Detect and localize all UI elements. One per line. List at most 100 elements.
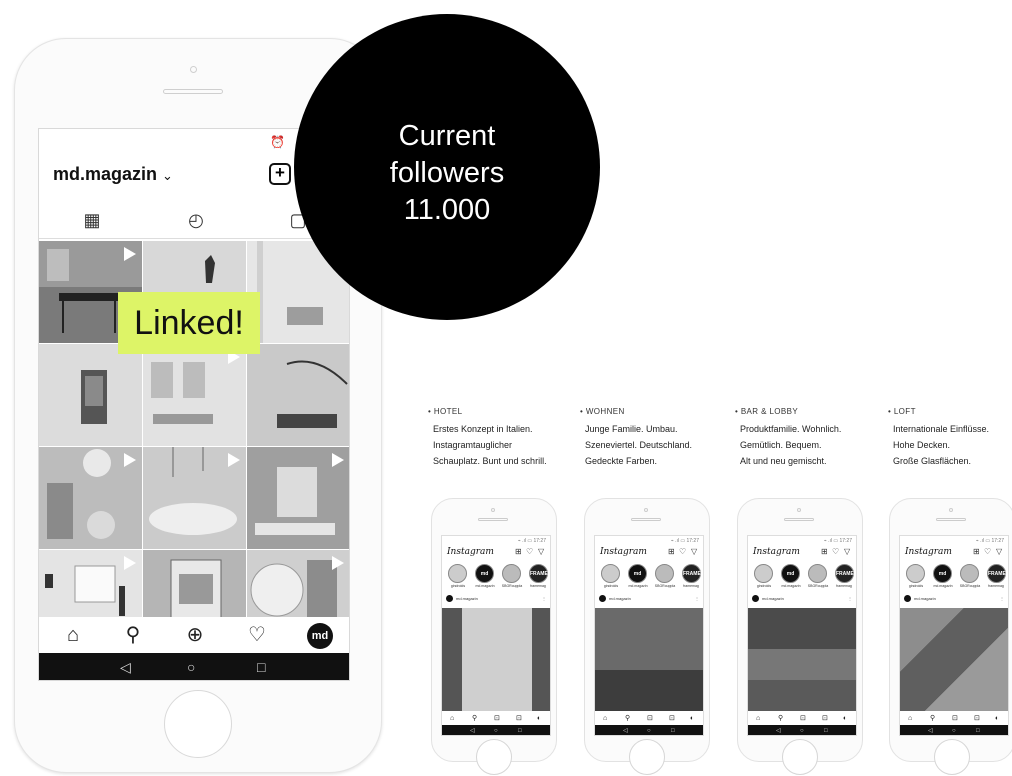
post-account-row[interactable]: md.magazin ⋮ (446, 594, 548, 604)
home-circle-icon[interactable]: ○ (647, 725, 651, 735)
post-account-row[interactable]: md.magazin ⋮ (599, 594, 701, 604)
add-post-icon[interactable]: ⊕ (183, 623, 207, 647)
more-icon[interactable]: ⋮ (1000, 594, 1004, 604)
add-icon[interactable]: ⊞ (668, 547, 675, 556)
direct-icon[interactable]: ▽ (538, 547, 544, 556)
recents-icon[interactable]: □ (824, 725, 828, 735)
video-play-icon (332, 453, 344, 467)
direct-icon[interactable]: ▽ (844, 547, 850, 556)
story-avatar[interactable]: FRAME (682, 564, 701, 583)
story-avatar[interactable]: FRAME (529, 564, 548, 583)
plus-square-icon[interactable]: + (269, 163, 291, 185)
activity-icon[interactable]: ⊡ (822, 713, 828, 725)
add-post-icon[interactable]: ⊡ (952, 713, 958, 725)
grid-icon[interactable]: ▦ (81, 209, 103, 231)
column-line: Hohe Decken. (893, 440, 951, 450)
search-icon[interactable]: ⚲ (778, 713, 783, 725)
story-avatar[interactable] (502, 564, 521, 583)
profile-icon[interactable]: ◐ (843, 713, 847, 725)
heart-icon[interactable]: ♡ (984, 547, 991, 556)
add-post-icon[interactable]: ⊡ (800, 713, 806, 725)
recents-icon[interactable]: □ (518, 725, 522, 735)
home-icon[interactable]: ⌂ (908, 713, 912, 725)
recents-icon[interactable]: □ (257, 659, 265, 676)
grid-post[interactable] (143, 447, 246, 549)
story-avatar[interactable] (448, 564, 467, 583)
home-circle-icon[interactable]: ○ (494, 725, 498, 735)
story-avatar[interactable]: FRAME (835, 564, 854, 583)
back-icon[interactable]: ◁ (928, 725, 933, 735)
story-avatar[interactable]: md (628, 564, 647, 583)
activity-icon[interactable]: ⊡ (516, 713, 522, 725)
story-avatar[interactable]: FRAME (987, 564, 1006, 583)
more-icon[interactable]: ⋮ (542, 594, 546, 604)
stories-row: md FRAME gindroids md.magazin SBGRouppla… (598, 564, 702, 590)
instagram-feed-screen: ⌁ .ıl ▭ 17:27 Instagram ⊞ ♡ ▽ md FRAME g… (441, 535, 551, 736)
profile-icon[interactable]: ◐ (537, 713, 541, 725)
post-photo[interactable] (748, 608, 856, 711)
search-icon[interactable]: ⚲ (472, 713, 477, 725)
story-avatar[interactable] (906, 564, 925, 583)
story-avatar[interactable] (601, 564, 620, 583)
story-avatar[interactable]: md (781, 564, 800, 583)
search-icon[interactable]: ⚲ (121, 623, 145, 647)
more-icon[interactable]: ⋮ (848, 594, 852, 604)
more-icon[interactable]: ⋮ (695, 594, 699, 604)
post-account-row[interactable]: md.magazin ⋮ (904, 594, 1006, 604)
activity-icon[interactable]: ⊡ (974, 713, 980, 725)
heart-icon[interactable]: ♡ (679, 547, 686, 556)
home-circle-icon[interactable]: ○ (952, 725, 956, 735)
story-label: md.magazin (628, 584, 648, 588)
story-avatar[interactable] (655, 564, 674, 583)
profile-icon[interactable]: ◐ (690, 713, 694, 725)
heart-icon[interactable]: ♡ (245, 623, 269, 647)
story-avatar[interactable] (808, 564, 827, 583)
home-icon[interactable]: ⌂ (61, 623, 85, 647)
profile-avatar[interactable]: md (307, 623, 333, 649)
recents-icon[interactable]: □ (671, 725, 675, 735)
direct-icon[interactable]: ▽ (691, 547, 697, 556)
home-circle-icon[interactable]: ○ (187, 659, 195, 676)
direct-icon[interactable]: ▽ (996, 547, 1002, 556)
account-switcher[interactable]: md.magazin ⌄ (53, 164, 173, 185)
home-circle-icon[interactable]: ○ (800, 725, 804, 735)
video-play-icon (124, 556, 136, 570)
column-line: Große Glasflächen. (893, 456, 972, 466)
back-icon[interactable]: ◁ (470, 725, 475, 735)
profile-icon[interactable]: ◐ (995, 713, 999, 725)
post-photo[interactable] (442, 608, 550, 711)
account-name: md.magazin (456, 596, 478, 601)
search-icon[interactable]: ⚲ (930, 713, 935, 725)
home-icon[interactable]: ⌂ (603, 713, 607, 725)
post-account-row[interactable]: md.magazin ⋮ (752, 594, 854, 604)
add-icon[interactable]: ⊞ (973, 547, 980, 556)
grid-post[interactable] (247, 344, 349, 446)
back-icon[interactable]: ◁ (776, 725, 781, 735)
home-icon[interactable]: ⌂ (450, 713, 454, 725)
grid-post[interactable] (39, 344, 142, 446)
post-photo[interactable] (595, 608, 703, 711)
add-icon[interactable]: ⊞ (515, 547, 522, 556)
add-post-icon[interactable]: ⊡ (647, 713, 653, 725)
search-icon[interactable]: ⚲ (625, 713, 630, 725)
story-avatar[interactable] (960, 564, 979, 583)
story-label: gindroids (756, 584, 772, 588)
back-icon[interactable]: ◁ (623, 725, 628, 735)
story-avatar[interactable]: md (475, 564, 494, 583)
igtv-icon[interactable]: ◴ (185, 209, 207, 231)
phone-home-button (164, 690, 232, 758)
home-icon[interactable]: ⌂ (756, 713, 760, 725)
recents-icon[interactable]: □ (976, 725, 980, 735)
grid-post[interactable] (143, 344, 246, 446)
add-post-icon[interactable]: ⊡ (494, 713, 500, 725)
grid-post[interactable] (39, 447, 142, 549)
grid-post[interactable] (247, 447, 349, 549)
back-icon[interactable]: ◁ (120, 659, 131, 676)
activity-icon[interactable]: ⊡ (669, 713, 675, 725)
heart-icon[interactable]: ♡ (526, 547, 533, 556)
post-photo[interactable] (900, 608, 1008, 711)
heart-icon[interactable]: ♡ (832, 547, 839, 556)
story-avatar[interactable]: md (933, 564, 952, 583)
add-icon[interactable]: ⊞ (821, 547, 828, 556)
story-avatar[interactable] (754, 564, 773, 583)
